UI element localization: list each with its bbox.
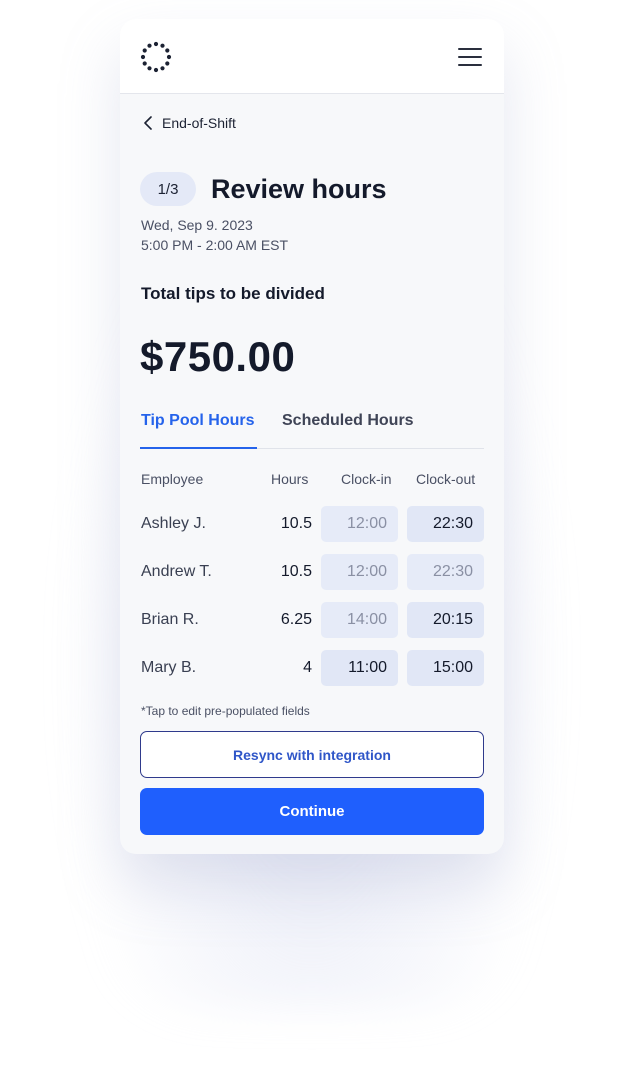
tips-label: Total tips to be divided [141,284,325,303]
tips-amount: $750.00 [140,333,296,380]
clock-in-cell[interactable]: 12:00 [321,506,398,542]
employee-name: Ashley J. [141,515,206,532]
column-header-employee: Employee [141,471,204,487]
employee-hours: 6.25 [280,611,312,628]
dotted-ring-logo-icon[interactable] [140,41,172,73]
employee-name: Andrew T. [141,563,212,580]
menu-line [458,56,482,58]
clock-out-cell[interactable]: 22:30 [407,506,484,542]
employee-hours: 10.5 [280,515,312,532]
employee-name: Brian R. [141,611,199,628]
employee-hours: 10.5 [280,563,312,580]
resync-button[interactable]: Resync with integration [140,731,484,778]
employee-name: Mary B. [141,659,197,676]
clock-in-cell[interactable]: 11:00 [321,650,398,686]
active-tab-underline [140,447,257,449]
chevron-left-icon [144,116,152,130]
menu-line [458,64,482,66]
shift-time-range: 5:00 PM - 2:00 AM EST [141,237,289,253]
column-header-clock-in: Clock-in [341,471,392,487]
page-title: Review hours [211,174,387,204]
column-header-clock-out: Clock-out [416,471,476,487]
tab-scheduled-hours[interactable]: Scheduled Hours [282,412,414,430]
clock-out-cell[interactable]: 15:00 [407,650,484,686]
continue-button[interactable]: Continue [140,788,484,835]
clock-in-cell[interactable]: 14:00 [321,602,398,638]
clock-in-cell[interactable]: 12:00 [321,554,398,590]
back-label: End-of-Shift [162,115,236,131]
top-bar [120,19,504,94]
clock-out-cell[interactable]: 22:30 [407,554,484,590]
shift-date: Wed, Sep 9. 2023 [141,217,253,233]
hamburger-menu-icon[interactable] [456,47,484,67]
clock-out-cell[interactable]: 20:15 [407,602,484,638]
menu-line [458,48,482,50]
tab-tip-pool-hours[interactable]: Tip Pool Hours [141,412,254,430]
employee-hours: 4 [303,659,312,676]
phone-screen: End-of-Shift 1/3 Review hours Wed, Sep 9… [120,19,504,854]
hours-tabs: Tip Pool Hours Scheduled Hours [140,410,484,449]
column-header-hours: Hours [271,471,309,487]
edit-hint: *Tap to edit pre-populated fields [141,704,310,718]
step-indicator: 1/3 [140,172,196,206]
back-link[interactable]: End-of-Shift [142,113,236,133]
